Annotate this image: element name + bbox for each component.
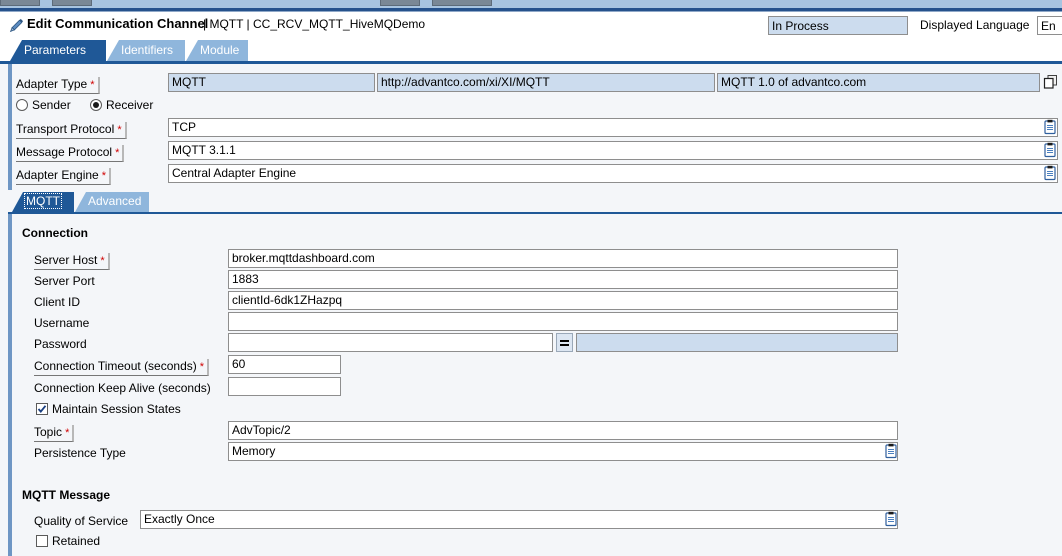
required-asterisk: * xyxy=(62,427,70,439)
adapter-engine-input[interactable]: Central Adapter Engine xyxy=(168,164,1058,183)
transport-protocol-input[interactable]: TCP xyxy=(168,118,1058,137)
client-id-input[interactable]: clientId-6dk1ZHazpq xyxy=(228,291,898,310)
radio-receiver-label: Receiver xyxy=(106,98,154,112)
connection-section-title: Connection xyxy=(22,226,88,240)
adapter-type-input[interactable]: MQTT xyxy=(168,73,375,92)
mqtt-panel-left-accent-bar xyxy=(8,214,12,556)
message-protocol-label: Message Protocol * xyxy=(16,145,125,162)
page-title: Edit Communication Channel xyxy=(27,16,209,31)
server-port-label: Server Port xyxy=(34,274,95,288)
mqtt-message-section-title: MQTT Message xyxy=(22,488,111,502)
toolbar-button-2[interactable] xyxy=(52,0,92,6)
communication-channel-editor: Edit Communication Channel | MQTT | CC_R… xyxy=(0,0,1062,556)
page-subtitle: | MQTT | CC_RCV_MQTT_HiveMQDemo xyxy=(203,17,426,31)
toolbar-strip xyxy=(0,0,1062,8)
required-asterisk: * xyxy=(196,361,205,373)
server-host-input[interactable]: broker.mqttdashboard.com xyxy=(228,249,898,268)
required-asterisk: * xyxy=(114,124,122,136)
keep-alive-label: Connection Keep Alive (seconds) xyxy=(34,381,211,395)
persistence-type-input[interactable]: Memory xyxy=(228,442,898,461)
adapter-type-label: Adapter Type * xyxy=(16,77,100,94)
adapter-engine-label: Adapter Engine * xyxy=(16,168,112,185)
password-label: Password xyxy=(34,337,87,351)
required-asterisk: * xyxy=(112,147,120,159)
radio-sender[interactable] xyxy=(16,99,28,111)
message-protocol-input[interactable]: MQTT 3.1.1 xyxy=(168,141,1058,160)
title-bar: Edit Communication Channel | MQTT | CC_R… xyxy=(0,12,1062,40)
radio-receiver[interactable] xyxy=(90,99,102,111)
edit-pen-icon xyxy=(8,18,24,34)
password-confirm-field[interactable] xyxy=(576,333,898,352)
retained-checkbox[interactable] xyxy=(36,535,48,547)
maintain-session-states-label: Maintain Session States xyxy=(52,402,181,416)
password-equals-button[interactable] xyxy=(556,333,573,352)
equals-icon-bar-bottom xyxy=(560,344,569,346)
displayed-language-label: Displayed Language xyxy=(920,18,1030,32)
panel-left-accent-bar xyxy=(8,64,12,190)
password-input[interactable] xyxy=(228,333,553,352)
toolbar-button-3[interactable] xyxy=(380,0,420,6)
equals-icon-bar-top xyxy=(560,340,569,342)
server-port-input[interactable]: 1883 xyxy=(228,270,898,289)
adapter-engine-value-help-icon[interactable] xyxy=(1042,165,1058,181)
transport-protocol-value-help-icon[interactable] xyxy=(1042,119,1058,135)
server-host-label: Server Host * xyxy=(34,253,110,270)
tab-parameters[interactable]: Parameters xyxy=(10,40,106,61)
tab-module[interactable]: Module xyxy=(186,40,248,61)
toolbar-button-4[interactable] xyxy=(432,0,492,6)
adapter-namespace-input[interactable]: http://advantco.com/xi/XI/MQTT xyxy=(377,73,715,92)
status-field[interactable]: In Process xyxy=(768,16,908,35)
persistence-type-value-help-icon[interactable] xyxy=(883,443,899,459)
retained-label: Retained xyxy=(52,534,101,548)
primary-tabstrip: Parameters Identifiers Module xyxy=(0,40,1062,61)
required-asterisk: * xyxy=(87,79,95,91)
radio-sender-label: Sender xyxy=(32,98,71,112)
required-asterisk: * xyxy=(98,170,107,182)
username-input[interactable] xyxy=(228,312,898,331)
quality-of-service-input[interactable]: Exactly Once xyxy=(140,510,898,529)
connection-timeout-label: Connection Timeout (seconds) * xyxy=(34,359,210,376)
client-id-label: Client ID xyxy=(34,295,81,309)
tab-identifiers[interactable]: Identifiers xyxy=(107,40,185,61)
tab-advanced[interactable]: Advanced xyxy=(75,192,149,212)
topic-label: Topic * xyxy=(34,425,75,442)
quality-of-service-value-help-icon[interactable] xyxy=(883,511,899,527)
copy-icon[interactable] xyxy=(1043,74,1059,90)
keep-alive-input[interactable] xyxy=(228,377,341,396)
topic-input[interactable]: AdvTopic/2 xyxy=(228,421,898,440)
displayed-language-select[interactable]: En xyxy=(1037,16,1062,35)
username-label: Username xyxy=(34,316,90,330)
connection-timeout-input[interactable]: 60 xyxy=(228,355,341,374)
quality-of-service-label: Quality of Service xyxy=(34,514,129,528)
adapter-description-input[interactable]: MQTT 1.0 of advantco.com xyxy=(717,73,1040,92)
message-protocol-value-help-icon[interactable] xyxy=(1042,142,1058,158)
toolbar-button-1[interactable] xyxy=(0,0,40,6)
transport-protocol-label: Transport Protocol * xyxy=(16,122,127,139)
maintain-session-states-checkbox[interactable] xyxy=(36,403,48,415)
required-asterisk: * xyxy=(97,255,105,267)
persistence-type-label: Persistence Type xyxy=(34,446,126,460)
